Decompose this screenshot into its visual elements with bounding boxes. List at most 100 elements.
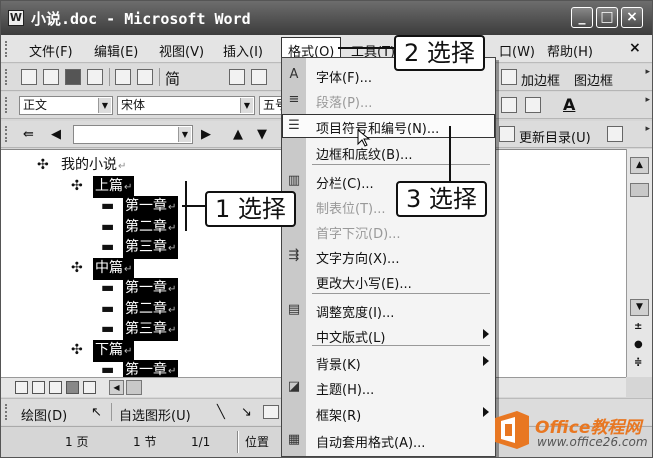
- font-combo[interactable]: 宋体 ▼: [117, 96, 255, 115]
- format-menu-item[interactable]: 首字下沉(D)...: [282, 219, 495, 243]
- normal-view-icon[interactable]: [15, 381, 28, 394]
- outline-item-text[interactable]: 第一章↵: [123, 360, 179, 377]
- chevron-down-icon[interactable]: ▼: [240, 98, 253, 113]
- picture-border-button[interactable]: 图边框: [574, 70, 613, 89]
- expand-heading-icon[interactable]: ✣: [71, 340, 85, 360]
- body-level-icon[interactable]: ▬: [101, 237, 115, 257]
- menu-edit[interactable]: 编辑(E): [94, 41, 138, 60]
- outline-item-text[interactable]: 第二章↵: [123, 298, 179, 321]
- draw-menu-button[interactable]: 绘图(D): [21, 405, 67, 424]
- outline-view-icon[interactable]: [66, 381, 79, 394]
- line-icon[interactable]: ╲: [217, 405, 225, 420]
- close-button[interactable]: ×: [621, 7, 643, 28]
- go-to-toc-icon[interactable]: [607, 126, 623, 142]
- format-menu-item[interactable]: ▦ 自动套用格式(A)...: [282, 428, 495, 452]
- outline-item-text[interactable]: 中篇↵: [93, 257, 135, 280]
- format-menu-item[interactable]: ◪ 主题(H)...: [282, 375, 495, 399]
- web-view-icon[interactable]: [32, 381, 45, 394]
- research-icon[interactable]: [251, 69, 267, 85]
- menu-file[interactable]: 文件(F): [29, 41, 73, 60]
- toolbar-options-icon[interactable]: ▸: [645, 95, 650, 105]
- update-toc-icon[interactable]: [499, 126, 515, 142]
- style-combo[interactable]: 正文 ▼: [19, 96, 113, 115]
- outline-item-text[interactable]: 上篇↵: [93, 175, 135, 198]
- outline-item-text[interactable]: 下篇↵: [93, 339, 135, 362]
- arrow-icon[interactable]: ↘: [241, 405, 252, 420]
- body-level-icon[interactable]: ▬: [101, 196, 115, 216]
- spelling-icon[interactable]: [229, 69, 245, 85]
- rectangle-icon[interactable]: [263, 405, 279, 419]
- select-objects-icon[interactable]: ↖: [91, 405, 102, 420]
- body-level-icon[interactable]: ▬: [101, 319, 115, 339]
- outline-item-text[interactable]: 我的小说↵: [59, 155, 128, 177]
- horizontal-scroll-thumb[interactable]: [126, 380, 142, 395]
- menu-window[interactable]: 口(W): [499, 41, 535, 60]
- simplified-chinese-icon[interactable]: 简: [165, 68, 180, 89]
- body-level-icon[interactable]: ▬: [101, 217, 115, 237]
- maximize-button[interactable]: □: [596, 7, 618, 28]
- update-toc-button[interactable]: 更新目录(U): [519, 127, 591, 146]
- toolbar-grip-icon[interactable]: [5, 97, 8, 113]
- outline-item-text[interactable]: 第三章↵: [123, 319, 179, 341]
- next-page-icon[interactable]: ≑: [634, 357, 642, 368]
- menu-view[interactable]: 视图(V): [159, 41, 204, 60]
- new-document-icon[interactable]: [21, 69, 37, 85]
- save-icon[interactable]: [65, 69, 81, 85]
- demote-icon[interactable]: ▶: [201, 127, 211, 142]
- menu-insert[interactable]: 插入(I): [223, 41, 263, 60]
- highlight-icon[interactable]: [525, 97, 541, 113]
- select-browse-object-icon[interactable]: ●: [634, 339, 643, 350]
- permission-icon[interactable]: [87, 69, 103, 85]
- body-level-icon[interactable]: ▬: [101, 299, 115, 319]
- outline-level-combo[interactable]: ▼: [73, 125, 193, 144]
- word-app-icon[interactable]: W: [8, 10, 24, 26]
- print-icon[interactable]: [115, 69, 131, 85]
- body-level-icon[interactable]: ▬: [101, 278, 115, 298]
- promote-to-heading-icon[interactable]: ⇚: [23, 127, 34, 142]
- toolbar-options-icon[interactable]: ▸: [645, 124, 650, 134]
- format-menu-item[interactable]: 框架(R): [282, 401, 495, 425]
- scroll-down-icon[interactable]: ▼: [630, 299, 649, 316]
- scroll-thumb[interactable]: [630, 183, 649, 197]
- format-menu-item[interactable]: ▤ 调整宽度(I)...: [282, 298, 495, 322]
- toolbar-grip-icon[interactable]: [5, 126, 8, 142]
- format-menu-item[interactable]: ≡ 段落(P)...: [282, 88, 495, 112]
- scroll-left-icon[interactable]: ◀: [109, 380, 124, 395]
- outline-item-text[interactable]: 第二章↵: [123, 216, 179, 239]
- autoshapes-button[interactable]: 自选图形(U): [119, 405, 191, 424]
- toolbar-grip-icon[interactable]: [5, 404, 8, 420]
- print-layout-icon[interactable]: [49, 381, 62, 394]
- vertical-scrollbar[interactable]: ▲ ▼ ± ● ≑: [626, 149, 652, 377]
- format-menu-item[interactable]: ⇶ 文字方向(X)...: [282, 244, 495, 268]
- align-right-icon[interactable]: [501, 97, 517, 113]
- menubar-grip-icon[interactable]: [5, 41, 8, 57]
- format-menu-item[interactable]: 边框和底纹(B)...: [282, 140, 495, 164]
- format-menu-item[interactable]: 中文版式(L): [282, 323, 495, 347]
- move-up-icon[interactable]: ▲: [233, 127, 243, 142]
- move-down-icon[interactable]: ▼: [257, 127, 267, 142]
- outline-item-text[interactable]: 第一章↵: [123, 278, 179, 300]
- border-icon[interactable]: [501, 69, 517, 85]
- menu-help[interactable]: 帮助(H): [547, 41, 593, 60]
- expand-heading-icon[interactable]: ✣: [71, 176, 85, 196]
- document-close-icon[interactable]: ×: [629, 40, 641, 56]
- outline-item-text[interactable]: 第一章↵: [123, 196, 179, 218]
- format-menu-item[interactable]: 背景(K): [282, 350, 495, 374]
- format-menu-item[interactable]: ☰ 项目符号和编号(N)...: [282, 114, 495, 138]
- previous-page-icon[interactable]: ±: [634, 321, 642, 332]
- format-menu-item[interactable]: 更改大小写(E)...: [282, 269, 495, 293]
- chevron-down-icon[interactable]: ▼: [178, 127, 191, 142]
- expand-heading-icon[interactable]: ✣: [71, 258, 85, 278]
- reading-view-icon[interactable]: [83, 381, 96, 394]
- minimize-button[interactable]: _: [571, 7, 593, 28]
- scroll-up-icon[interactable]: ▲: [630, 157, 649, 174]
- outline-item-text[interactable]: 第三章↵: [123, 237, 179, 259]
- body-level-icon[interactable]: ▬: [101, 360, 115, 377]
- print-preview-icon[interactable]: [137, 69, 153, 85]
- add-border-button[interactable]: 加边框: [521, 70, 560, 89]
- font-color-icon[interactable]: A: [563, 95, 575, 114]
- toolbar-grip-icon[interactable]: [5, 69, 8, 85]
- open-folder-icon[interactable]: [43, 69, 59, 85]
- expand-heading-icon[interactable]: ✣: [37, 155, 51, 175]
- toolbar-options-icon[interactable]: ▸: [645, 67, 650, 77]
